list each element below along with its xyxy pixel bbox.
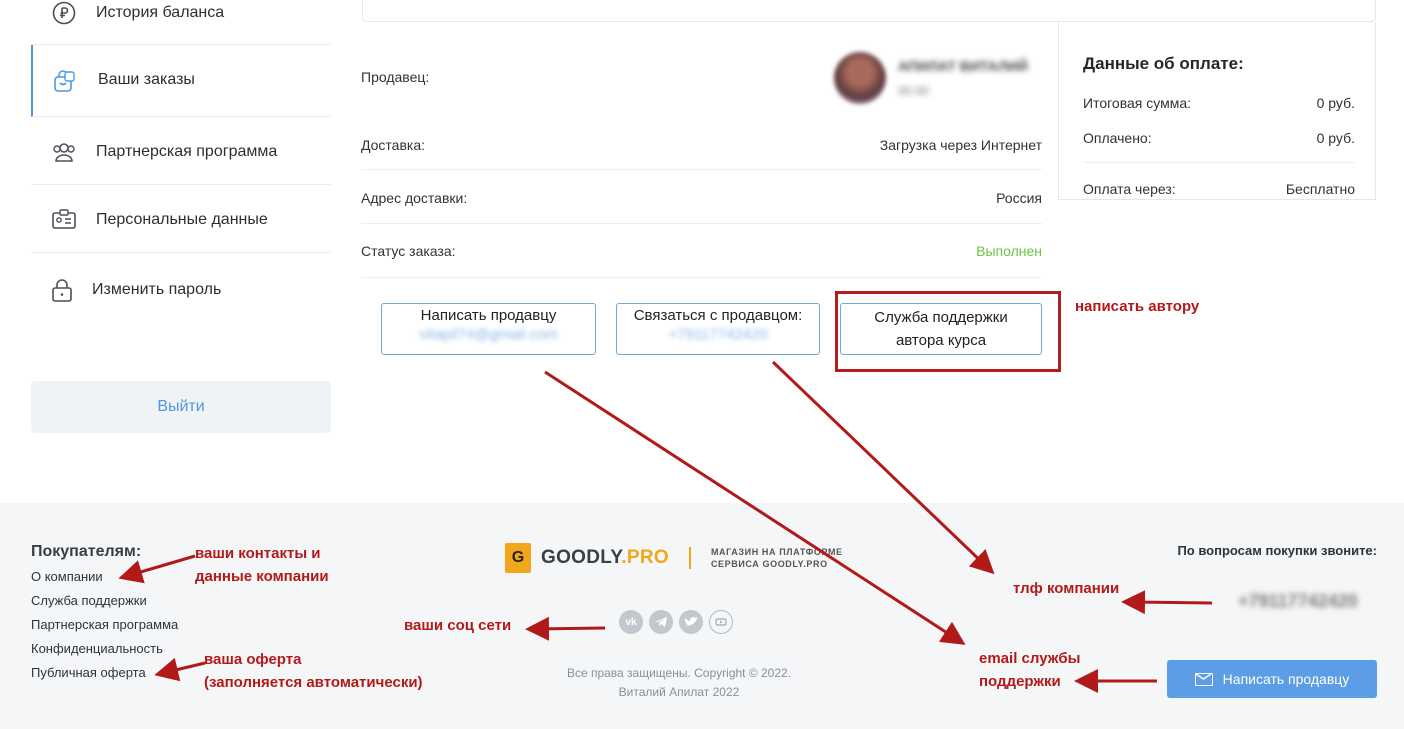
annotation-contacts-line1: ваши контакты и	[195, 545, 321, 562]
telegram-icon[interactable]	[649, 610, 673, 634]
sidebar-item-label: Партнерская программа	[96, 143, 278, 160]
footer-link-offer[interactable]: Публичная оферта	[31, 665, 146, 680]
annotation-offer-line2: (заполняется автоматически)	[204, 674, 423, 691]
sidebar-item-change-password[interactable]: Изменить пароль	[31, 253, 331, 325]
payment-paid-label: Оплачено:	[1083, 130, 1152, 146]
annotation-highlight-box	[835, 291, 1061, 372]
twitter-icon[interactable]	[679, 610, 703, 634]
annotation-email-line1: email службы	[979, 650, 1081, 667]
logout-button[interactable]: Выйти	[31, 381, 331, 433]
footer-link-about[interactable]: О компании	[31, 569, 103, 584]
sidebar-item-partners[interactable]: Партнерская программа	[31, 117, 331, 185]
sidebar-item-label: Ваши заказы	[98, 71, 195, 88]
footer: Покупателям: О компании Служба поддержки…	[0, 503, 1404, 729]
seller-name: АПИЛАТ ВИТАЛИЙ	[898, 58, 1028, 74]
copyright: Все права защищены. Copyright © 2022. Ви…	[560, 664, 798, 702]
footer-link-privacy[interactable]: Конфиденциальность	[31, 641, 163, 656]
annotation-social: ваши соц сети	[404, 617, 512, 634]
address-row: Адрес доставки: Россия	[361, 170, 1042, 224]
logo-tagline: МАГАЗИН НА ПЛАТФОРМЕ СЕРВИСА GOODLY.PRO	[711, 546, 843, 570]
payment-total-value: 0 руб.	[1316, 95, 1355, 111]
sidebar-item-label: Изменить пароль	[92, 281, 222, 298]
address-value: Россия	[996, 190, 1042, 206]
status-value: Выполнен	[976, 243, 1042, 259]
payment-panel: Данные об оплате: Итоговая сумма: 0 руб.…	[1058, 22, 1376, 200]
status-label: Статус заказа:	[361, 243, 456, 259]
seller-avatar	[834, 52, 886, 104]
envelope-icon	[1194, 672, 1213, 686]
logo-name-main: GOODLY	[541, 547, 622, 568]
footer-link-support[interactable]: Служба поддержки	[31, 593, 147, 608]
goodly-logo[interactable]: G GOODLY.PRO МАГАЗИН НА ПЛАТФОРМЕ СЕРВИСА…	[505, 543, 843, 573]
footer-link-partners[interactable]: Партнерская программа	[31, 617, 178, 632]
seller-phone: +79117742420	[668, 326, 768, 343]
logo-tagline-line2: СЕРВИСА GOODLY.PRO	[710, 559, 828, 569]
copyright-line2: Виталий Апилат 2022	[618, 685, 740, 699]
status-row: Статус заказа: Выполнен	[361, 224, 1042, 278]
write-seller-label: Написать продавцу	[420, 307, 557, 324]
seller-label: Продавец:	[361, 69, 430, 85]
sidebar-item-label: История баланса	[96, 4, 225, 21]
payment-total-label: Итоговая сумма:	[1083, 95, 1191, 111]
footer-phone[interactable]: +79117742420	[1238, 591, 1358, 612]
payment-title: Данные об оплате:	[1083, 54, 1244, 73]
payment-paid-row: Оплачено: 0 руб.	[1083, 130, 1355, 146]
sidebar-item-orders[interactable]: Ваши заказы	[31, 45, 331, 117]
copyright-line1: Все права защищены. Copyright © 2022.	[566, 666, 792, 680]
footer-heading: Покупателям:	[31, 543, 142, 560]
logo-name-pro: .PRO	[621, 547, 669, 568]
logo-tagline-line1: МАГАЗИН НА ПЛАТФОРМЕ	[710, 547, 843, 557]
seller-row: Продавец:	[361, 40, 1042, 115]
payment-via-value: Бесплатно	[1285, 181, 1355, 197]
payment-divider	[1083, 162, 1355, 163]
annotation-phone: тлф компании	[1013, 580, 1120, 597]
seller-subtitle: 00-00	[898, 84, 929, 98]
annotation-contacts: ваши контакты и данные компании	[195, 542, 329, 588]
call-label: По вопросам покупки звоните:	[1177, 543, 1377, 558]
social-links: vk	[619, 610, 733, 634]
payment-paid-value: 0 руб.	[1316, 130, 1355, 146]
delivery-label: Доставка:	[361, 137, 426, 153]
delivery-row: Доставка: Загрузка через Интернет	[361, 117, 1042, 170]
annotation-contacts-line2: данные компании	[195, 568, 329, 585]
sidebar-item-personal-data[interactable]: Персональные данные	[31, 185, 331, 253]
payment-total-row: Итоговая сумма: 0 руб.	[1083, 95, 1355, 111]
orders-bag-icon	[51, 68, 77, 94]
annotation-offer-line1: ваша оферта	[204, 651, 302, 668]
payment-via-row: Оплата через: Бесплатно	[1083, 181, 1355, 197]
payment-via-label: Оплата через:	[1083, 181, 1176, 197]
footer-write-seller-label: Написать продавцу	[1222, 671, 1350, 687]
lock-icon	[49, 277, 75, 303]
seller-email: vitapil74@gmail.com	[419, 326, 558, 343]
top-panel	[362, 0, 1376, 22]
partners-icon	[51, 139, 77, 165]
youtube-icon[interactable]	[709, 610, 733, 634]
id-card-icon	[51, 206, 77, 232]
contact-seller-button[interactable]: Связаться с продавцом: +79117742420	[616, 303, 820, 355]
annotation-write-author: написать автору	[1075, 298, 1200, 315]
sidebar-item-label: Персональные данные	[96, 211, 268, 228]
page: История баланса Ваши заказы Партнерская …	[0, 0, 1404, 729]
ruble-icon	[51, 0, 77, 26]
annotation-offer: ваша оферта (заполняется автоматически)	[204, 648, 423, 694]
write-seller-button[interactable]: Написать продавцу vitapil74@gmail.com	[381, 303, 596, 355]
address-label: Адрес доставки:	[361, 190, 468, 206]
contact-seller-label: Связаться с продавцом:	[633, 307, 803, 324]
logo-divider	[688, 547, 691, 569]
logo-bag-icon: G	[505, 543, 531, 573]
sidebar-item-balance-history[interactable]: История баланса	[31, 0, 331, 45]
vk-icon[interactable]: vk	[619, 610, 643, 634]
annotation-email: email службы поддержки	[979, 647, 1080, 693]
sidebar: История баланса Ваши заказы Партнерская …	[31, 0, 331, 325]
annotation-email-line2: поддержки	[979, 673, 1061, 690]
footer-write-seller-button[interactable]: Написать продавцу	[1167, 660, 1377, 698]
delivery-value: Загрузка через Интернет	[879, 137, 1042, 153]
logo-name: GOODLY.PRO	[541, 547, 669, 569]
